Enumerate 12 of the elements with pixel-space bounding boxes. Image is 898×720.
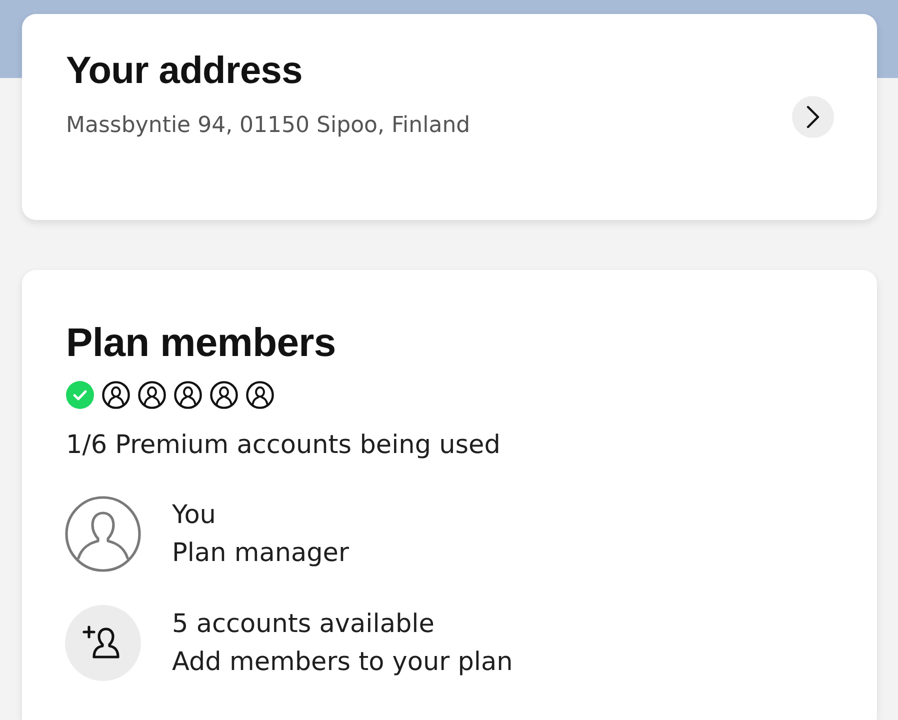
member-role: Add members to your plan — [172, 646, 513, 679]
user-avatar-icon — [65, 496, 141, 572]
member-name: 5 accounts available — [172, 608, 436, 641]
chevron-right-icon — [806, 105, 820, 129]
plan-members-title: Plan members — [66, 320, 337, 366]
member-name: You — [172, 499, 217, 532]
add-member-icon[interactable] — [65, 605, 141, 681]
usage-text: 1/6 Premium accounts being used — [66, 429, 502, 461]
address-text: Massbyntie 94, 01150 Sipoo, Finland — [66, 112, 472, 140]
member-role: Plan manager — [172, 537, 349, 570]
address-title: Your address — [66, 50, 304, 94]
chevron-button[interactable] — [792, 96, 834, 138]
